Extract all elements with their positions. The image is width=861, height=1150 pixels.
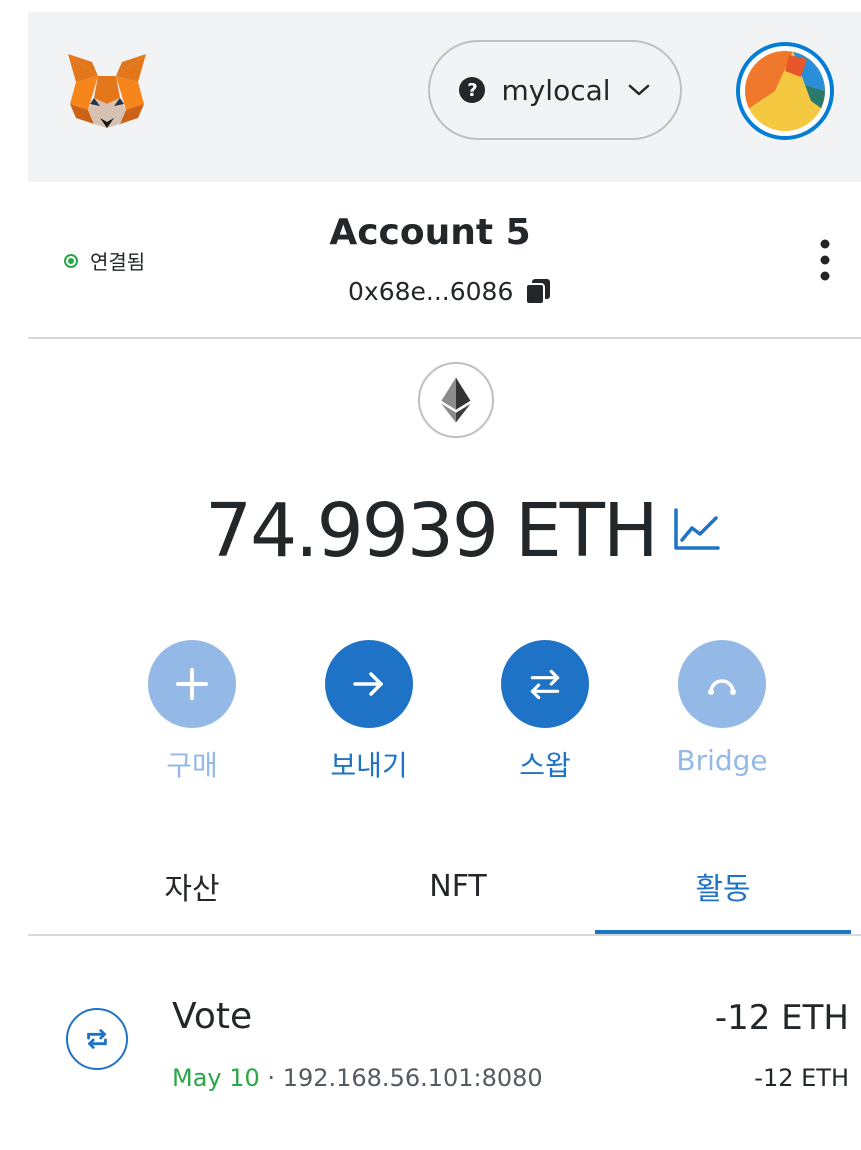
account-avatar-icon xyxy=(745,51,825,131)
app-header: ? mylocal xyxy=(28,12,861,182)
account-name[interactable]: Account 5 xyxy=(0,212,860,253)
activity-amount-secondary: -12 ETH xyxy=(754,1064,849,1092)
account-address[interactable]: 0x68e...6086 xyxy=(348,276,553,306)
balance-amount: 74.9939 xyxy=(205,488,499,574)
send-button[interactable]: 보내기 xyxy=(309,640,429,784)
activity-amount-primary: -12 ETH xyxy=(714,998,849,1038)
copy-icon[interactable] xyxy=(523,276,553,306)
activity-list-item[interactable]: Vote May 10 · 192.168.56.101:8080 -12 ET… xyxy=(28,980,861,1100)
tab-activity[interactable]: 활동 xyxy=(595,840,851,934)
bridge-button[interactable]: Bridge xyxy=(662,640,782,777)
activity-date: May 10 xyxy=(172,1064,260,1092)
activity-subtitle: May 10 · 192.168.56.101:8080 xyxy=(172,1064,543,1092)
buy-button[interactable]: 구매 xyxy=(132,640,252,784)
wallet-actions: 구매 보내기 스왑 Bridge xyxy=(0,640,861,790)
plus-icon xyxy=(148,640,236,728)
network-selector[interactable]: ? mylocal xyxy=(428,40,682,140)
ethereum-icon xyxy=(418,362,494,438)
connected-dot-icon xyxy=(64,253,78,268)
account-address-text: 0x68e...6086 xyxy=(348,276,514,306)
activity-separator: · xyxy=(259,1064,283,1092)
chevron-down-icon xyxy=(628,84,649,96)
swap-label: 스왑 xyxy=(519,749,571,782)
account-bar: 연결됨 Account 5 0x68e...6086 xyxy=(28,182,861,339)
swap-button[interactable]: 스왑 xyxy=(485,640,605,784)
send-label: 보내기 xyxy=(330,749,408,782)
tab-bar: 자산 NFT 활동 xyxy=(28,840,861,936)
activity-origin: 192.168.56.101:8080 xyxy=(282,1064,543,1092)
bridge-icon xyxy=(678,640,766,728)
balance-display: 74.9939 ETH xyxy=(205,488,659,574)
question-icon: ? xyxy=(459,77,486,103)
swap-icon xyxy=(501,640,589,728)
activity-title: Vote xyxy=(172,996,253,1037)
balance-unit: ETH xyxy=(515,488,659,574)
kebab-menu-icon[interactable] xyxy=(814,236,836,292)
bridge-label: Bridge xyxy=(676,744,768,777)
metamask-fox-icon[interactable] xyxy=(64,52,150,132)
interaction-icon xyxy=(66,1008,128,1070)
tab-nft[interactable]: NFT xyxy=(330,840,586,932)
network-name: mylocal xyxy=(501,73,611,107)
arrow-right-icon xyxy=(325,640,413,728)
tab-assets[interactable]: 자산 xyxy=(64,840,320,932)
portfolio-chart-icon[interactable] xyxy=(672,506,722,552)
account-avatar-button[interactable] xyxy=(736,42,834,140)
buy-label: 구매 xyxy=(166,749,218,782)
